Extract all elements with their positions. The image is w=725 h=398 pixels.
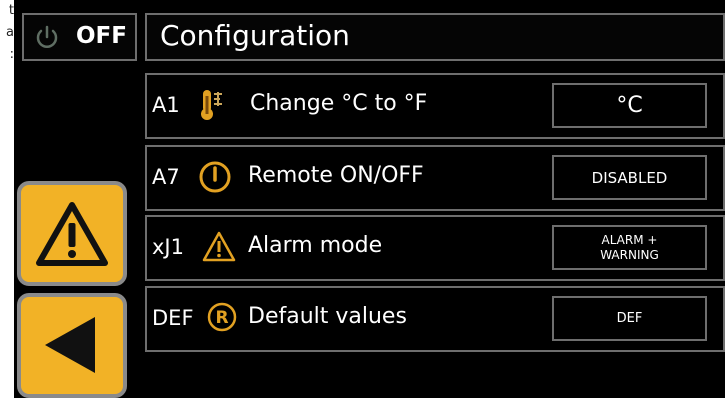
device-screen: OFF Configuration A1 Change °C to °F °C: [14, 0, 725, 398]
power-toggle-button[interactable]: OFF: [22, 13, 137, 61]
back-button[interactable]: [17, 293, 127, 398]
cropped-side-text: t a :: [0, 0, 14, 130]
param-label: Change °C to °F: [250, 91, 428, 116]
param-value-button[interactable]: DEF: [552, 296, 707, 341]
param-label: Default values: [248, 304, 407, 329]
config-row-xj1[interactable]: xJ1 Alarm mode ALARM + WARNING: [145, 215, 725, 281]
param-label: Alarm mode: [248, 233, 383, 258]
config-row-a1[interactable]: A1 Change °C to °F °C: [145, 73, 725, 139]
param-code: A7: [152, 165, 180, 189]
alarm-button[interactable]: [17, 181, 127, 286]
back-arrow-icon: [45, 317, 95, 373]
param-value-button[interactable]: ALARM + WARNING: [552, 225, 707, 270]
config-row-def[interactable]: DEF R Default values DEF: [145, 286, 725, 352]
param-code: xJ1: [152, 235, 184, 259]
title-bar: Configuration: [145, 13, 725, 61]
warning-triangle-icon: [36, 202, 108, 266]
param-value-button[interactable]: °C: [552, 83, 707, 128]
page-title: Configuration: [160, 19, 350, 52]
param-label: Remote ON/OFF: [248, 163, 424, 188]
thermometer-icon: [201, 90, 222, 120]
param-code: DEF: [152, 306, 194, 330]
reset-r-icon: R: [207, 302, 237, 332]
config-row-a7[interactable]: A7 Remote ON/OFF DISABLED: [145, 145, 725, 211]
power-state-label: OFF: [76, 23, 127, 49]
power-circle-icon: [199, 161, 231, 193]
param-value-button[interactable]: DISABLED: [552, 155, 707, 200]
param-code: A1: [152, 93, 180, 117]
warning-icon: [202, 231, 236, 262]
side-text-line: :: [9, 47, 14, 62]
side-text-line: a: [6, 25, 14, 40]
power-icon: [36, 25, 58, 48]
side-text-line: t: [8, 3, 14, 18]
svg-text:R: R: [215, 308, 228, 328]
